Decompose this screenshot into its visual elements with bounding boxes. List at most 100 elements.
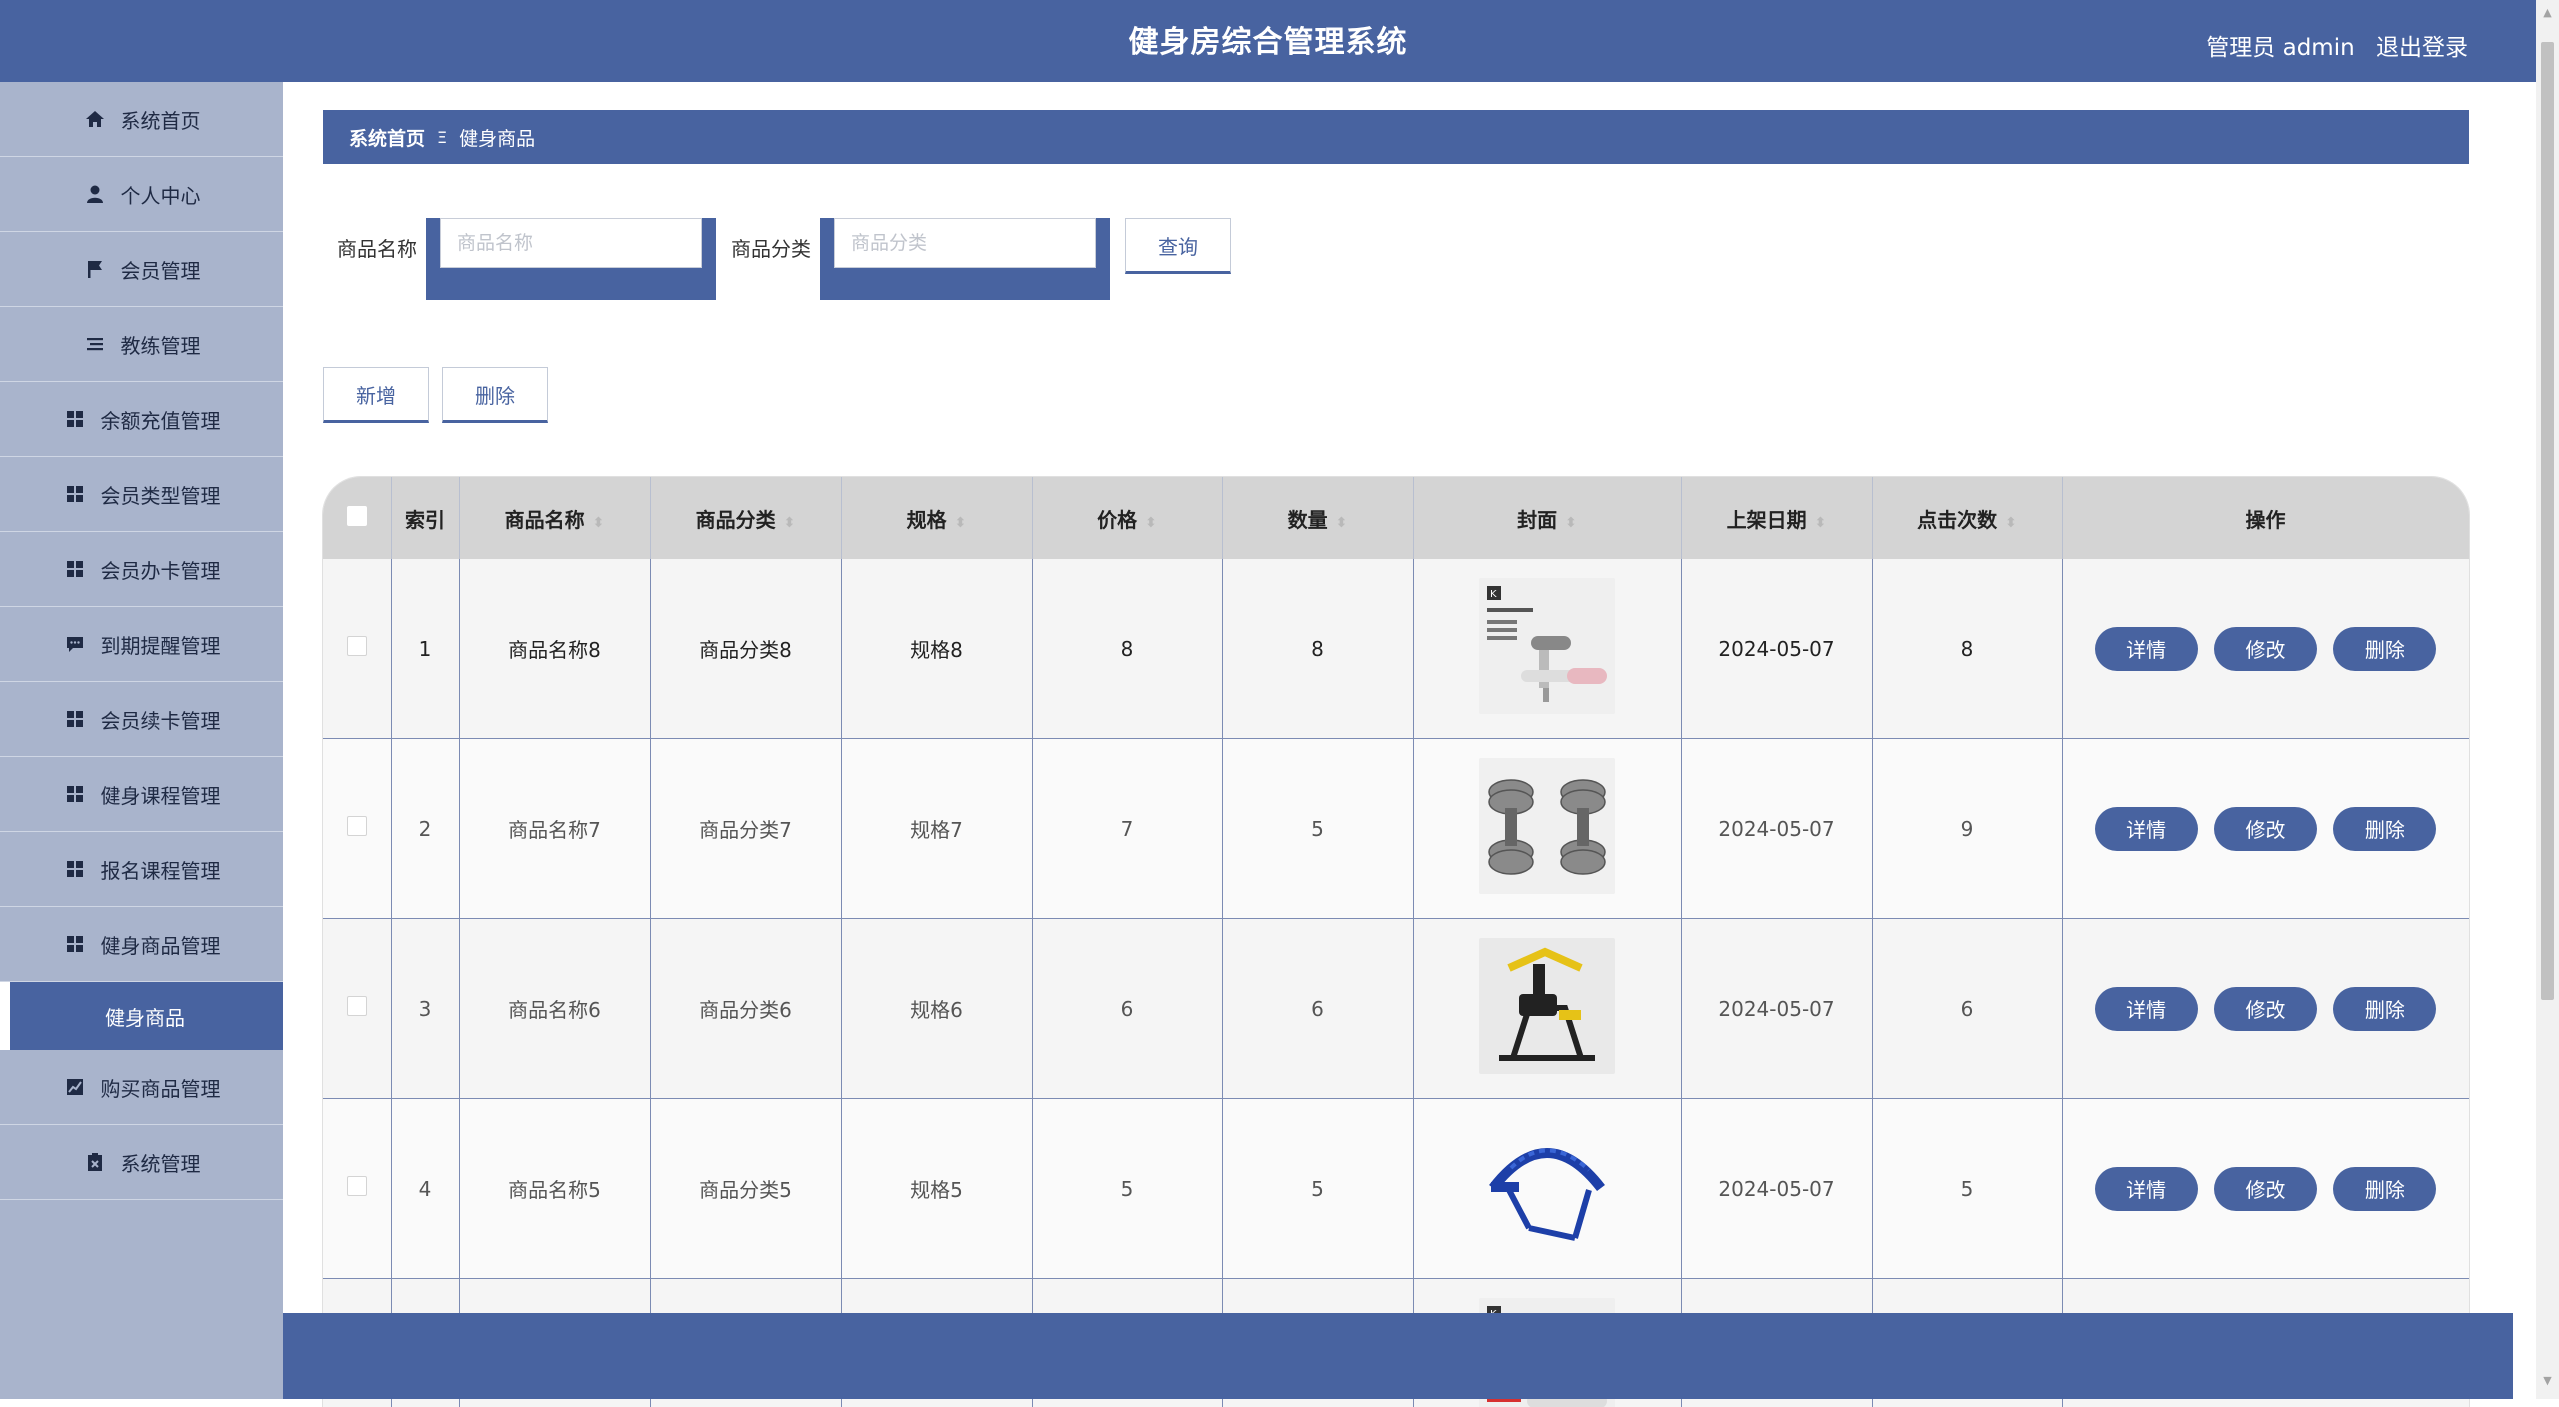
cell-date: 2024-05-07 [1681,559,1872,739]
sort-icon[interactable]: ⬍ [784,515,796,531]
row-checkbox[interactable] [347,1176,367,1196]
cell-category: 商品分类7 [650,739,841,919]
logout-link[interactable]: 退出登录 [2376,35,2468,61]
user-area: 管理员 admin 退出登录 [2206,28,2468,62]
row-edit-button[interactable]: 修改 [2214,807,2317,851]
sidebar-item-purchases[interactable]: 购买商品管理 [0,1050,283,1125]
cell-actions: 详情 修改 删除 [2062,559,2469,739]
products-table: 索引 商品名称⬍ 商品分类⬍ 规格⬍ 价格⬍ 数量⬍ 封面⬍ 上架日期⬍ 点击次… [323,477,2469,1407]
row-delete-button[interactable]: 删除 [2333,987,2436,1031]
sidebar-item-coaches[interactable]: 教练管理 [0,307,283,382]
cell-name: 商品名称7 [459,739,650,919]
select-all-cell[interactable] [323,477,391,559]
header-category[interactable]: 商品分类 ⬍ [650,477,841,559]
row-select-cell[interactable] [323,739,391,919]
sort-icon[interactable]: ⬍ [593,515,605,531]
sidebar-item-label: 会员管理 [121,255,201,284]
sidebar-subitem-products[interactable]: 健身商品 [0,982,283,1050]
row-delete-button[interactable]: 删除 [2333,627,2436,671]
search-category-label: 商品分类 [731,233,811,262]
row-delete-button[interactable]: 删除 [2333,807,2436,851]
sidebar-item-home[interactable]: 系统首页 [0,82,283,157]
sidebar-item-expiry-reminders[interactable]: 到期提醒管理 [0,607,283,682]
sidebar-item-system[interactable]: 系统管理 [0,1125,283,1200]
row-select-cell[interactable] [323,1099,391,1279]
list-icon [83,334,107,354]
query-button[interactable]: 查询 [1125,218,1231,274]
app-title: 健身房综合管理系统 [0,0,2536,82]
header-spec[interactable]: 规格⬍ [841,477,1032,559]
sidebar-item-label: 到期提醒管理 [101,630,221,659]
header-name[interactable]: 商品名称 ⬍ [459,477,650,559]
row-delete-button[interactable]: 删除 [2333,1167,2436,1211]
row-select-cell[interactable] [323,919,391,1099]
grid-icon [63,559,87,579]
row-edit-button[interactable]: 修改 [2214,1167,2317,1211]
sidebar-item-products-mgmt[interactable]: 健身商品管理 [0,907,283,982]
row-checkbox[interactable] [347,636,367,656]
search-category-input[interactable] [834,218,1096,268]
sidebar-item-enrollments[interactable]: 报名课程管理 [0,832,283,907]
press-machine-image [1479,938,1615,1074]
sort-icon[interactable]: ⬍ [2005,515,2017,531]
row-edit-button[interactable]: 修改 [2214,987,2317,1031]
row-edit-button[interactable]: 修改 [2214,627,2317,671]
cell-price: 7 [1032,739,1222,919]
breadcrumb-home[interactable]: 系统首页 [349,124,425,151]
sidebar-item-recharge[interactable]: 余额充值管理 [0,382,283,457]
cell-date: 2024-05-07 [1681,1099,1872,1279]
sort-icon[interactable]: ⬍ [955,515,967,531]
sidebar-item-label: 会员办卡管理 [101,555,221,584]
cell-qty: 5 [1222,739,1413,919]
header-label: 商品名称 [505,508,585,532]
sort-icon[interactable]: ⬍ [1815,515,1827,531]
table-row: 1 商品名称8 商品分类8 规格8 8 8 K [323,559,2469,739]
main-content: 系统首页 Ξ 健身商品 商品名称 商品分类 查询 新增 删除 索引 商品名称⬍ … [283,82,2513,1399]
header-label: 上架日期 [1727,508,1807,532]
search-name-label: 商品名称 [337,233,417,262]
cell-index: 1 [391,559,459,739]
sort-icon[interactable]: ⬍ [1565,515,1577,531]
header-label: 点击次数 [1917,508,1997,532]
header-cover[interactable]: 封面⬍ [1413,477,1681,559]
sort-icon[interactable]: ⬍ [1145,515,1157,531]
sort-icon[interactable]: ⬍ [1336,515,1348,531]
sidebar-item-card-issue[interactable]: 会员办卡管理 [0,532,283,607]
header-price[interactable]: 价格⬍ [1032,477,1222,559]
sidebar-item-profile[interactable]: 个人中心 [0,157,283,232]
scroll-up-icon[interactable]: ▲ [2541,6,2554,26]
sidebar-item-label: 会员续卡管理 [101,705,221,734]
select-all-checkbox[interactable] [347,506,367,526]
delete-button[interactable]: 删除 [442,367,548,423]
row-select-cell[interactable] [323,559,391,739]
row-detail-button[interactable]: 详情 [2095,627,2198,671]
row-detail-button[interactable]: 详情 [2095,1167,2198,1211]
sidebar: 系统首页 个人中心 会员管理 教练管理 余额充值管理 会员类型管理 会员办卡管理… [0,82,283,1399]
header-label: 商品分类 [696,508,776,532]
cell-spec: 规格7 [841,739,1032,919]
scroll-down-icon[interactable]: ▼ [2541,1374,2554,1394]
add-button[interactable]: 新增 [323,367,429,423]
cell-actions: 详情 修改 删除 [2062,1099,2469,1279]
cell-name: 商品名称5 [459,1099,650,1279]
header-clicks[interactable]: 点击次数 ⬍ [1872,477,2062,559]
row-checkbox[interactable] [347,816,367,836]
sidebar-item-members[interactable]: 会员管理 [0,232,283,307]
table-row: 2 商品名称7 商品分类7 规格7 7 5 [323,739,2469,919]
cell-qty: 5 [1222,1099,1413,1279]
admin-label: 管理员 admin [2206,35,2354,61]
cell-name: 商品名称8 [459,559,650,739]
header-qty[interactable]: 数量⬍ [1222,477,1413,559]
header-date[interactable]: 上架日期 ⬍ [1681,477,1872,559]
search-name-input[interactable] [440,218,702,268]
roman-chair-image [1479,1118,1615,1254]
sidebar-item-courses[interactable]: 健身课程管理 [0,757,283,832]
sidebar-item-card-renewal[interactable]: 会员续卡管理 [0,682,283,757]
scrollbar-thumb[interactable] [2541,42,2554,1000]
row-detail-button[interactable]: 详情 [2095,987,2198,1031]
row-checkbox[interactable] [347,996,367,1016]
cell-qty: 8 [1222,559,1413,739]
cell-cover: K [1413,559,1681,739]
sidebar-item-member-types[interactable]: 会员类型管理 [0,457,283,532]
row-detail-button[interactable]: 详情 [2095,807,2198,851]
